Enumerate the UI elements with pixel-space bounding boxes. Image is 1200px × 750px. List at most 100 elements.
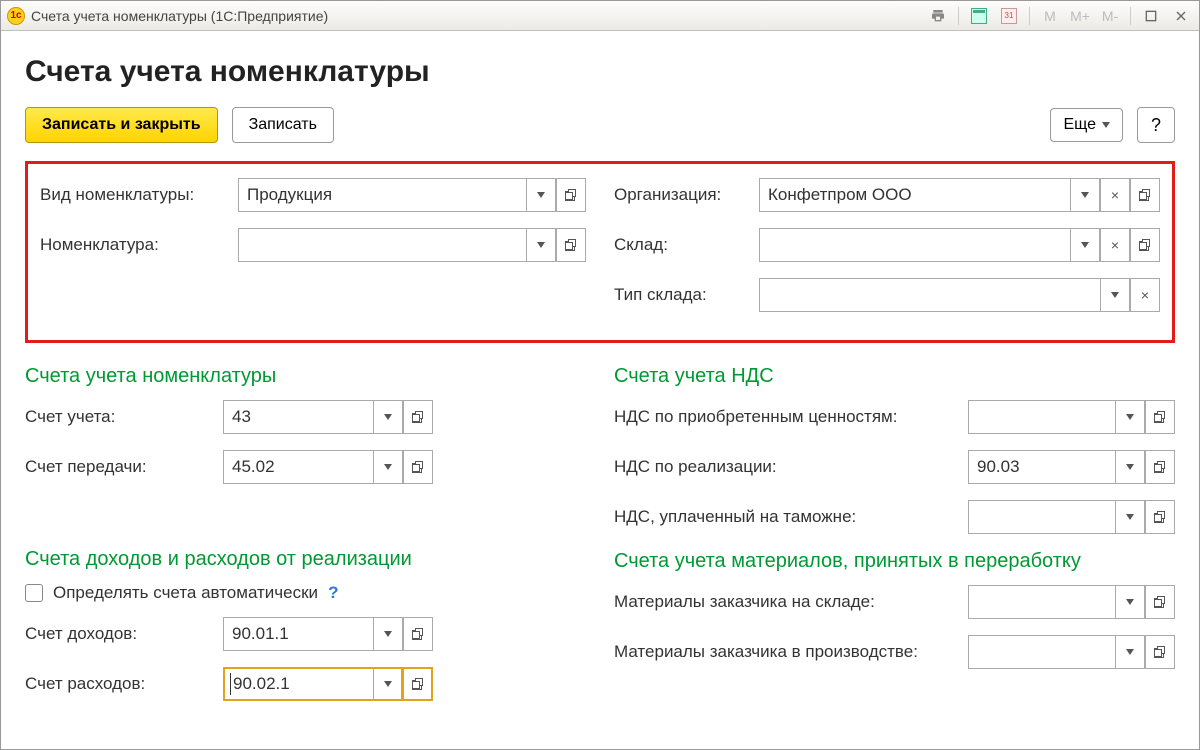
calendar-icon[interactable]: 31: [997, 5, 1021, 27]
income-account-value[interactable]: 90.01.1: [223, 617, 373, 651]
more-label: Еще: [1063, 116, 1096, 134]
dropdown-icon[interactable]: [1115, 450, 1145, 484]
clear-icon[interactable]: ×: [1130, 278, 1160, 312]
open-icon[interactable]: [1145, 400, 1175, 434]
calculator-icon[interactable]: [967, 5, 991, 27]
open-icon[interactable]: [1145, 450, 1175, 484]
dropdown-icon[interactable]: [373, 617, 403, 651]
dropdown-icon[interactable]: [1115, 500, 1145, 534]
content-area: Счета учета номенклатуры Записать и закр…: [1, 31, 1199, 749]
dropdown-icon[interactable]: [1100, 278, 1130, 312]
organization-field[interactable]: Конфетпром ООО ×: [759, 178, 1160, 212]
chevron-down-icon: [1102, 122, 1110, 128]
toolbar: Записать и закрыть Записать Еще ?: [25, 107, 1175, 143]
warehouse-type-value[interactable]: [759, 278, 1100, 312]
open-icon[interactable]: [1130, 178, 1160, 212]
save-button[interactable]: Записать: [232, 107, 334, 143]
vat-purchased-field[interactable]: [968, 400, 1175, 434]
save-and-close-button[interactable]: Записать и закрыть: [25, 107, 218, 143]
dropdown-icon[interactable]: [1070, 228, 1100, 262]
open-icon[interactable]: [556, 228, 586, 262]
nomenclature-type-field[interactable]: Продукция: [238, 178, 586, 212]
auto-accounts-checkbox[interactable]: [25, 584, 43, 602]
warehouse-type-label: Тип склада:: [614, 285, 759, 305]
vat-sales-value[interactable]: 90.03: [968, 450, 1115, 484]
materials-warehouse-field[interactable]: [968, 585, 1175, 619]
maximize-icon[interactable]: [1139, 5, 1163, 27]
open-icon[interactable]: [403, 400, 433, 434]
account-label: Счет учета:: [25, 407, 223, 427]
account-field[interactable]: 43: [223, 400, 433, 434]
materials-production-label: Материалы заказчика в производстве:: [614, 642, 968, 662]
print-icon[interactable]: [926, 5, 950, 27]
clear-icon[interactable]: ×: [1100, 178, 1130, 212]
more-button[interactable]: Еще: [1050, 108, 1123, 142]
memory-mminus-button[interactable]: M-: [1098, 5, 1122, 27]
materials-production-value[interactable]: [968, 635, 1115, 669]
memory-m-button[interactable]: M: [1038, 5, 1062, 27]
open-icon[interactable]: [403, 450, 433, 484]
dropdown-icon[interactable]: [1115, 400, 1145, 434]
open-icon[interactable]: [1145, 500, 1175, 534]
help-button[interactable]: ?: [1137, 107, 1175, 143]
account-value[interactable]: 43: [223, 400, 373, 434]
warehouse-value[interactable]: [759, 228, 1070, 262]
section-vat-title: Счета учета НДС: [614, 365, 1175, 388]
close-icon[interactable]: [1169, 5, 1193, 27]
memory-mplus-button[interactable]: M+: [1068, 5, 1092, 27]
transfer-account-value[interactable]: 45.02: [223, 450, 373, 484]
expense-account-value[interactable]: 90.02.1: [223, 667, 373, 701]
warehouse-type-field[interactable]: ×: [759, 278, 1160, 312]
warehouse-label: Склад:: [614, 235, 759, 255]
transfer-account-field[interactable]: 45.02: [223, 450, 433, 484]
organization-value[interactable]: Конфетпром ООО: [759, 178, 1070, 212]
clear-icon[interactable]: ×: [1100, 228, 1130, 262]
vat-purchased-value[interactable]: [968, 400, 1115, 434]
section-sales-title: Счета доходов и расходов от реализации: [25, 548, 586, 571]
vat-purchased-label: НДС по приобретенным ценностям:: [614, 407, 968, 427]
titlebar: 1c Счета учета номенклатуры (1С:Предприя…: [1, 1, 1199, 31]
open-icon[interactable]: [556, 178, 586, 212]
open-icon[interactable]: [403, 667, 433, 701]
nomenclature-type-label: Вид номенклатуры:: [40, 185, 238, 205]
vat-sales-field[interactable]: 90.03: [968, 450, 1175, 484]
auto-accounts-label: Определять счета автоматически: [53, 583, 318, 603]
income-account-label: Счет доходов:: [25, 624, 223, 644]
materials-warehouse-value[interactable]: [968, 585, 1115, 619]
section-accounts-title: Счета учета номенклатуры: [25, 365, 586, 388]
dropdown-icon[interactable]: [373, 450, 403, 484]
dropdown-icon[interactable]: [526, 178, 556, 212]
open-icon[interactable]: [403, 617, 433, 651]
expense-account-label: Счет расходов:: [25, 674, 223, 694]
materials-production-field[interactable]: [968, 635, 1175, 669]
vat-customs-label: НДС, уплаченный на таможне:: [614, 507, 968, 527]
window-title: Счета учета номенклатуры (1С:Предприятие…: [31, 8, 328, 24]
income-account-field[interactable]: 90.01.1: [223, 617, 433, 651]
app-logo-icon: 1c: [7, 7, 25, 25]
section-materials-title: Счета учета материалов, принятых в перер…: [614, 550, 1175, 573]
nomenclature-field[interactable]: [238, 228, 586, 262]
dropdown-icon[interactable]: [373, 400, 403, 434]
page-title: Счета учета номенклатуры: [25, 55, 1175, 89]
dropdown-icon[interactable]: [1115, 635, 1145, 669]
vat-customs-field[interactable]: [968, 500, 1175, 534]
filter-highlight-box: Вид номенклатуры: Продукция Номенклатура…: [25, 161, 1175, 343]
nomenclature-value[interactable]: [238, 228, 526, 262]
nomenclature-label: Номенклатура:: [40, 235, 238, 255]
dropdown-icon[interactable]: [373, 667, 403, 701]
vat-customs-value[interactable]: [968, 500, 1115, 534]
dropdown-icon[interactable]: [1115, 585, 1145, 619]
nomenclature-type-value[interactable]: Продукция: [238, 178, 526, 212]
transfer-account-label: Счет передачи:: [25, 457, 223, 477]
window: 1c Счета учета номенклатуры (1С:Предприя…: [0, 0, 1200, 750]
dropdown-icon[interactable]: [1070, 178, 1100, 212]
warehouse-field[interactable]: ×: [759, 228, 1160, 262]
open-icon[interactable]: [1145, 635, 1175, 669]
open-icon[interactable]: [1145, 585, 1175, 619]
dropdown-icon[interactable]: [526, 228, 556, 262]
auto-accounts-help-icon[interactable]: ?: [328, 583, 338, 603]
vat-sales-label: НДС по реализации:: [614, 457, 968, 477]
expense-account-field[interactable]: 90.02.1: [223, 667, 433, 701]
open-icon[interactable]: [1130, 228, 1160, 262]
materials-warehouse-label: Материалы заказчика на складе:: [614, 592, 968, 612]
